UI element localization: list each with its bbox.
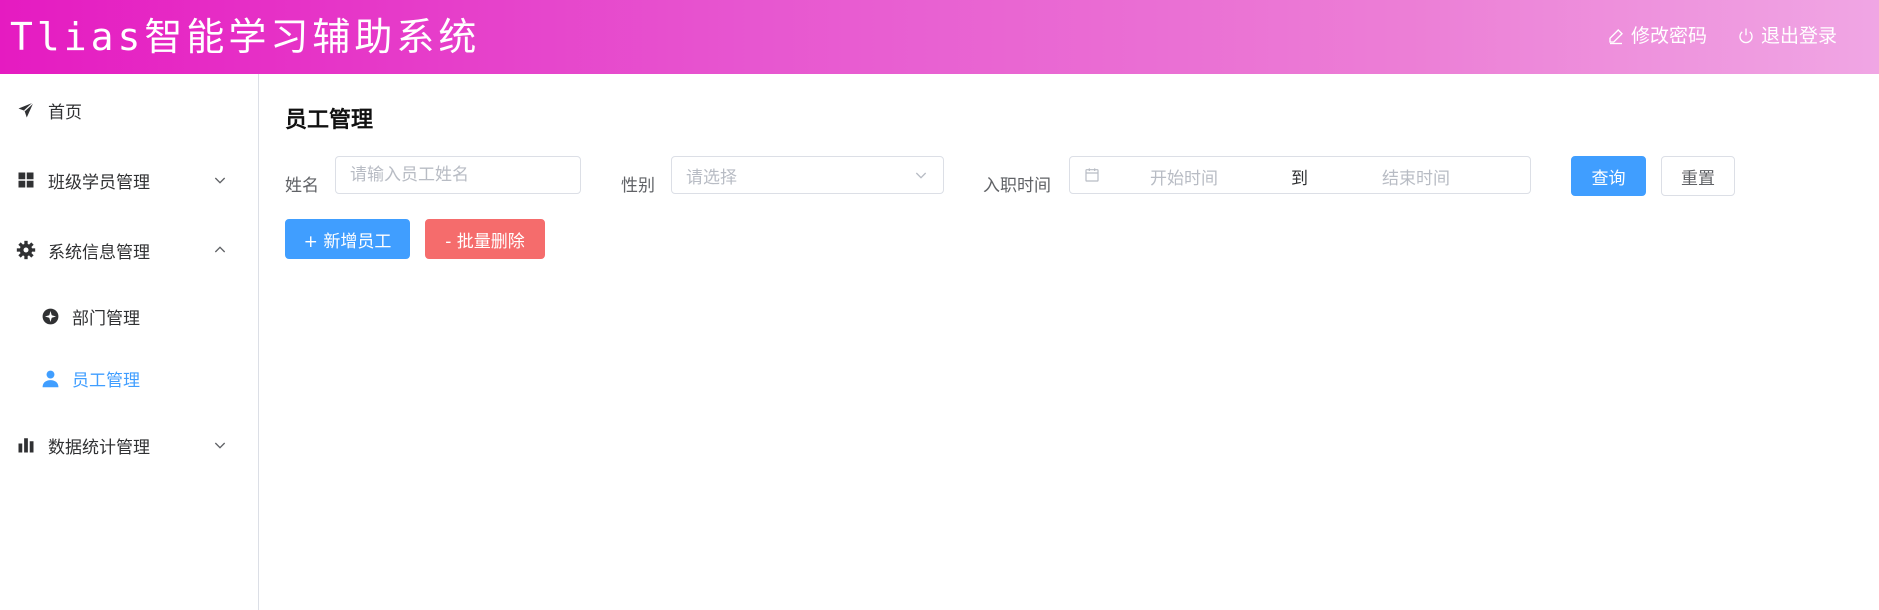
- name-input-wrapper: [335, 156, 581, 194]
- add-employee-button[interactable]: + 新增员工: [285, 219, 410, 259]
- sidebar-item-label: 系统信息管理: [48, 242, 150, 263]
- user-icon: [40, 368, 60, 388]
- chevron-down-icon: [915, 172, 927, 179]
- change-password-link[interactable]: 修改密码: [1607, 22, 1707, 50]
- paper-plane-icon: [16, 100, 36, 120]
- edit-icon: [1609, 29, 1623, 45]
- hire-date-range-picker[interactable]: 开始时间 到 结束时间: [1069, 156, 1531, 194]
- sidebar-item-system-info[interactable]: 系统信息管理: [0, 222, 258, 278]
- gender-select[interactable]: 请选择: [671, 156, 944, 194]
- bar-chart-icon: [16, 435, 36, 455]
- app-header: Tlias智能学习辅助系统 修改密码 退出登录: [0, 0, 1879, 74]
- change-password-label: 修改密码: [1630, 25, 1707, 47]
- hire-date-label: 入职时间: [983, 176, 1051, 196]
- query-button[interactable]: 查询: [1571, 156, 1646, 196]
- sidebar-item-label: 首页: [48, 102, 82, 123]
- name-label: 姓名: [285, 176, 319, 196]
- batch-delete-button[interactable]: - 批量删除: [425, 219, 545, 259]
- header-actions: 修改密码 退出登录: [1607, 22, 1837, 50]
- compass-icon: [40, 306, 60, 326]
- logout-link[interactable]: 退出登录: [1737, 22, 1837, 50]
- sidebar-item-department[interactable]: 部门管理: [0, 288, 258, 344]
- grid-icon: [16, 170, 36, 190]
- gender-label: 性别: [621, 176, 655, 196]
- calendar-icon: [1085, 168, 1099, 182]
- sidebar-item-label: 员工管理: [72, 370, 140, 391]
- sidebar-item-label: 班级学员管理: [48, 172, 150, 193]
- sidebar: 首页 班级学员管理 系统信息管理 部门管理 员工管理 数据统计管理: [0, 74, 259, 479]
- date-separator: 到: [1291, 169, 1308, 189]
- sidebar-item-home[interactable]: 首页: [0, 82, 258, 138]
- power-icon: [1739, 28, 1753, 44]
- date-end-input[interactable]: 结束时间: [1382, 164, 1450, 189]
- name-input[interactable]: [336, 164, 580, 186]
- sidebar-item-class-student[interactable]: 班级学员管理: [0, 152, 258, 208]
- app-title: Tlias智能学习辅助系统: [10, 15, 481, 59]
- chevron-down-icon: [214, 177, 226, 184]
- chevron-up-icon: [214, 246, 226, 253]
- chevron-down-icon: [214, 442, 226, 449]
- sidebar-item-label: 部门管理: [72, 308, 140, 329]
- sidebar-item-label: 数据统计管理: [48, 437, 150, 458]
- gear-icon: [16, 240, 36, 260]
- sidebar-item-statistics[interactable]: 数据统计管理: [0, 417, 258, 473]
- gender-select-placeholder: 请选择: [686, 167, 737, 188]
- page-title: 员工管理: [285, 108, 374, 133]
- main-content: 员工管理 姓名 性别 入职时间 + 新增员工 - 批量删除: [259, 74, 1879, 610]
- sidebar-item-employee[interactable]: 员工管理: [0, 350, 258, 406]
- date-start-input[interactable]: 开始时间: [1150, 164, 1218, 189]
- reset-button[interactable]: 重置: [1661, 156, 1735, 196]
- logout-label: 退出登录: [1760, 25, 1837, 47]
